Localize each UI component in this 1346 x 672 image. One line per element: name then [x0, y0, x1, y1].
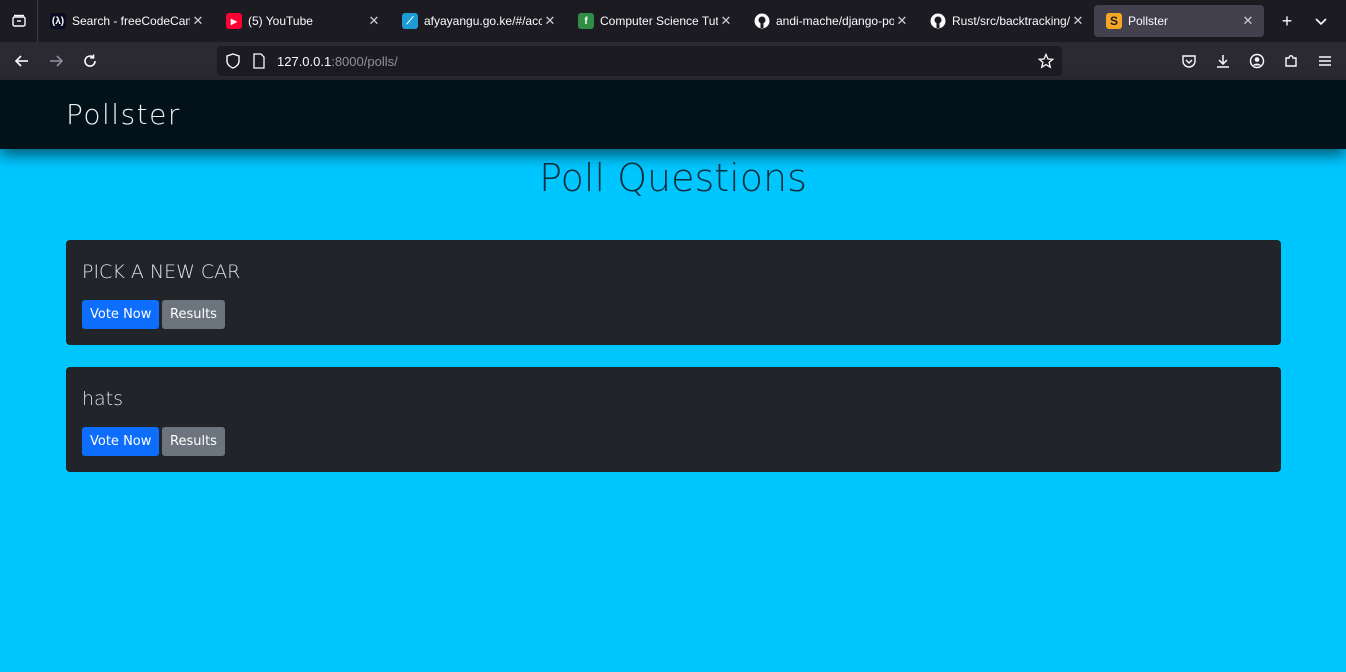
results-button[interactable]: Results [162, 300, 225, 329]
site-header: Pollster [0, 80, 1346, 149]
tab-title: afyayangu.go.ke/#/acc [424, 14, 542, 28]
pocket-icon[interactable] [1172, 44, 1206, 78]
tab-pollster[interactable]: S Pollster ✕ [1094, 5, 1264, 37]
url-path: :8000/polls/ [331, 53, 398, 69]
tab-github-rust[interactable]: Rust/src/backtracking/ ✕ [918, 0, 1094, 42]
new-tab-plus-icon[interactable]: + [1270, 4, 1304, 38]
tab-github-django[interactable]: andi-mache/django-po ✕ [742, 0, 918, 42]
close-tab-icon[interactable]: ✕ [1070, 13, 1086, 29]
forward-arrow-icon[interactable] [39, 44, 73, 78]
tracking-protection-shield-icon[interactable] [225, 53, 241, 69]
close-tab-icon[interactable]: ✕ [1240, 13, 1256, 29]
url-text: 127.0.0.1:8000/polls/ [277, 54, 398, 69]
vote-now-button[interactable]: Vote Now [82, 300, 160, 329]
youtube-favicon-icon: ▶ [226, 13, 242, 29]
list-all-tabs-icon[interactable] [0, 0, 38, 42]
extensions-puzzle-icon[interactable] [1274, 44, 1308, 78]
freecodecamp-favicon-icon: (λ) [50, 13, 66, 29]
tab-overflow-chevron-down-icon[interactable] [1304, 4, 1338, 38]
results-button[interactable]: Results [162, 427, 225, 456]
navigation-toolbar: 127.0.0.1:8000/polls/ [0, 42, 1346, 80]
page-title: Poll Questions [539, 156, 807, 200]
downloads-icon[interactable] [1206, 44, 1240, 78]
close-tab-icon[interactable]: ✕ [190, 13, 206, 29]
close-tab-icon[interactable]: ✕ [718, 13, 734, 29]
tab-title: Rust/src/backtracking/ [952, 14, 1070, 28]
vote-now-button[interactable]: Vote Now [82, 427, 160, 456]
reload-icon[interactable] [73, 44, 107, 78]
tab-freecodecamp[interactable]: (λ) Search - freeCodeCamp ✕ [38, 0, 214, 42]
github-favicon-icon [930, 13, 946, 29]
close-tab-icon[interactable]: ✕ [894, 13, 910, 29]
afyayangu-favicon-icon: ⟋ [402, 13, 418, 29]
back-arrow-icon[interactable] [5, 44, 39, 78]
address-bar[interactable]: 127.0.0.1:8000/polls/ [217, 46, 1062, 76]
close-tab-icon[interactable]: ✕ [366, 13, 382, 29]
bookmark-star-icon[interactable] [1037, 52, 1055, 74]
poll-question: hats [82, 388, 124, 410]
poll-question: PICK A NEW CAR [82, 261, 241, 283]
tab-bar: (λ) Search - freeCodeCamp ✕ ▶ (5) YouTub… [0, 0, 1346, 42]
tab-geeksforgeeks[interactable]: f Computer Science Tuto ✕ [566, 0, 742, 42]
hamburger-menu-icon[interactable] [1308, 44, 1342, 78]
pollster-favicon-icon: S [1106, 13, 1122, 29]
tab-title: (5) YouTube [248, 14, 313, 28]
tab-title: Search - freeCodeCamp [72, 14, 190, 28]
tab-title: Pollster [1128, 14, 1169, 28]
tab-afyayangu[interactable]: ⟋ afyayangu.go.ke/#/acc ✕ [390, 0, 566, 42]
github-favicon-icon [754, 13, 770, 29]
tab-youtube[interactable]: ▶ (5) YouTube ✕ [214, 0, 390, 42]
tab-title: andi-mache/django-po [776, 14, 894, 28]
account-icon[interactable] [1240, 44, 1274, 78]
poll-card: hats Vote Now Results [66, 367, 1281, 472]
url-host: 127.0.0.1 [277, 53, 332, 69]
page-info-icon[interactable] [251, 53, 267, 69]
tab-title: Computer Science Tuto [600, 14, 718, 28]
brand-logo[interactable]: Pollster [66, 98, 181, 131]
close-tab-icon[interactable]: ✕ [542, 13, 558, 29]
geeksforgeeks-favicon-icon: f [578, 13, 594, 29]
poll-card: PICK A NEW CAR Vote Now Results [66, 240, 1281, 345]
